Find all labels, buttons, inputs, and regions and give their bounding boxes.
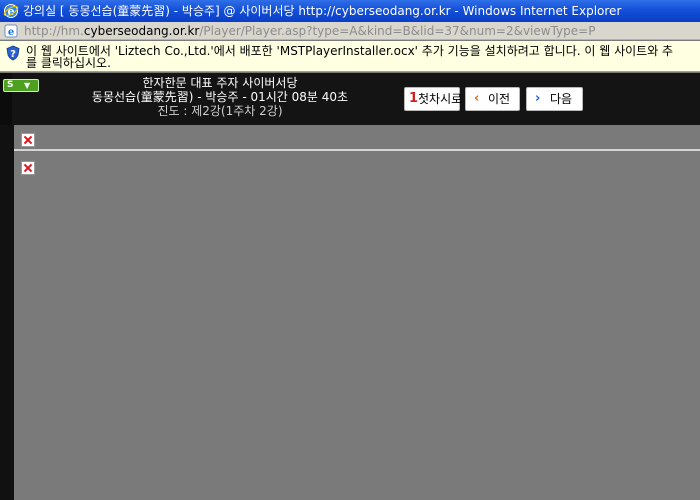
course-info: 한자한문 대표 주자 사이버서당 동몽선습(童蒙先習) - 박승주 - 01시간…: [60, 76, 380, 118]
url-prefix: http://hm.: [24, 24, 84, 38]
progress-text: 진도 : 제2강(1주차 2강): [157, 104, 283, 118]
internet-explorer-icon: e: [3, 4, 19, 18]
next-label: 다음: [550, 92, 573, 106]
next-button[interactable]: › 다음: [526, 87, 583, 111]
previous-button[interactable]: ‹ 이전: [465, 87, 520, 111]
url-host: cyberseodang.or.kr: [83, 24, 200, 38]
broken-image-icon: [21, 161, 35, 175]
number-one-icon: 1: [409, 91, 419, 106]
left-gutter: [0, 125, 14, 500]
window-title: 강의실 [ 동몽선습(童蒙先習) - 박승주] @ 사이버서당 http://c…: [23, 4, 622, 18]
information-bar[interactable]: ? 이 웹 사이트에서 'Liztech Co.,Ltd.'에서 배포한 'MS…: [0, 41, 700, 72]
shield-question-icon: ?: [6, 45, 20, 61]
first-lesson-label: 첫차시로: [418, 92, 463, 106]
url-path: /Player/Player.asp?type=A&kind=B&lid=37&…: [199, 24, 596, 38]
page-icon: e: [4, 24, 18, 38]
broken-image-icon: [21, 133, 35, 147]
top-frame: [14, 125, 700, 151]
chevron-left-icon: ‹: [474, 91, 480, 106]
address-bar[interactable]: e http://hm.cyberseodang.or.kr/Player/Pl…: [0, 22, 700, 40]
address-url[interactable]: http://hm.cyberseodang.or.kr/Player/Play…: [24, 22, 596, 39]
chevron-right-icon: ›: [535, 91, 541, 106]
chevron-down-icon: ▼: [24, 81, 31, 90]
svg-text:e: e: [8, 27, 14, 38]
information-bar-line-2: 를 클릭하십시오.: [26, 56, 111, 70]
player-header: S ▼ 한자한문 대표 주자 사이버서당 동몽선습(童蒙先習) - 박승주 - …: [0, 73, 700, 125]
window-title-bar[interactable]: e 강의실 [ 동몽선습(童蒙先習) - 박승주] @ 사이버서당 http:/…: [0, 0, 700, 22]
menu-badge[interactable]: S ▼: [3, 79, 39, 92]
site-title: 한자한문 대표 주자 사이버서당: [142, 76, 298, 90]
course-title: 동몽선습(童蒙先習) - 박승주 - 01시간 08분 40초: [91, 90, 349, 104]
player-content-area: [14, 125, 700, 500]
svg-text:?: ?: [10, 49, 16, 60]
s-logo-icon: S: [7, 80, 14, 90]
information-bar-line-1: 이 웹 사이트에서 'Liztech Co.,Ltd.'에서 배포한 'MSTP…: [26, 44, 674, 58]
previous-label: 이전: [488, 92, 511, 106]
information-bar-message: 이 웹 사이트에서 'Liztech Co.,Ltd.'에서 배포한 'MSTP…: [26, 45, 700, 69]
first-lesson-button[interactable]: 1 첫차시로: [404, 87, 463, 111]
